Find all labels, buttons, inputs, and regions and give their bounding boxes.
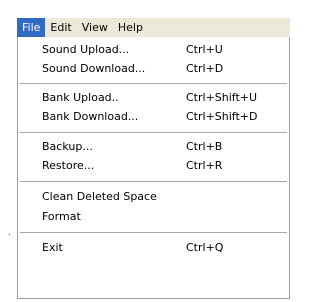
menu-view[interactable]: View [77, 18, 113, 37]
menu-edit[interactable]: Edit [45, 18, 76, 37]
menu-item-label: Sound Upload... [42, 43, 130, 56]
menu-item-format[interactable]: Format [18, 207, 289, 226]
menu-item-label: Bank Download... [42, 110, 139, 123]
menu-item-label: Sound Download... [42, 62, 146, 75]
menu-bar: File Edit View Help [17, 18, 290, 37]
menu-item-bank-upload[interactable]: Bank Upload.. Ctrl+Shift+U [18, 88, 289, 107]
file-menu-dropdown: Sound Upload... Ctrl+U Sound Download...… [17, 37, 290, 299]
menu-help[interactable]: Help [113, 18, 148, 37]
menu-item-label: Bank Upload.. [42, 91, 119, 104]
menu-item-label: Format [42, 210, 81, 223]
menu-item-restore[interactable]: Restore... Ctrl+R [18, 156, 289, 175]
menu-item-exit[interactable]: Exit Ctrl+Q [18, 238, 289, 257]
menu-item-label: Backup... [42, 140, 93, 153]
menu-item-shortcut: Ctrl+Shift+U [186, 91, 258, 104]
menu-item-shortcut: Ctrl+R [186, 159, 223, 172]
menu-item-shortcut: Ctrl+Q [186, 241, 224, 254]
menu-item-shortcut: Ctrl+Shift+D [186, 110, 258, 123]
menu-separator [20, 232, 287, 233]
menu-item-sound-download[interactable]: Sound Download... Ctrl+D [18, 59, 289, 78]
menu-item-shortcut: Ctrl+B [186, 140, 223, 153]
menu-item-sound-upload[interactable]: Sound Upload... Ctrl+U [18, 40, 289, 59]
menu-item-backup[interactable]: Backup... Ctrl+B [18, 137, 289, 156]
menu-item-label: Restore... [42, 159, 95, 172]
menu-file[interactable]: File [17, 18, 46, 37]
stray-pixel [9, 234, 10, 235]
menu-item-shortcut: Ctrl+U [186, 43, 223, 56]
menu-separator [20, 132, 287, 133]
menu-item-shortcut: Ctrl+D [186, 62, 224, 75]
menu-item-label: Exit [42, 241, 63, 254]
menu-separator [20, 83, 287, 84]
menu-item-bank-download[interactable]: Bank Download... Ctrl+Shift+D [18, 107, 289, 126]
menu-separator [20, 181, 287, 182]
menu-item-label: Clean Deleted Space [42, 190, 157, 203]
menu-item-clean-deleted-space[interactable]: Clean Deleted Space [18, 187, 289, 206]
